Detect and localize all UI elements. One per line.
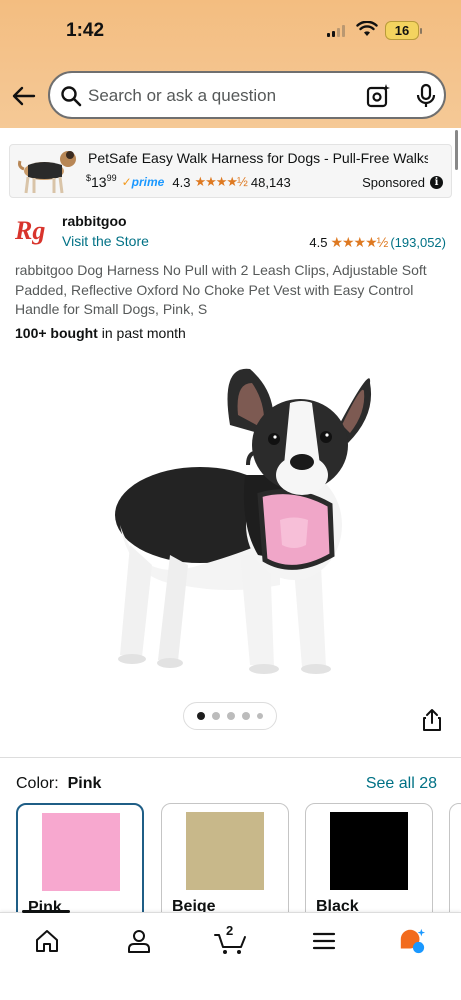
app-header: 1:42 16 (0, 0, 461, 128)
color-swatch-more[interactable] (449, 803, 461, 923)
carousel-dot[interactable] (257, 713, 263, 719)
carousel-dot[interactable] (197, 712, 205, 720)
home-icon[interactable] (33, 927, 61, 955)
wifi-icon (356, 21, 378, 36)
rating-count[interactable]: (193,052) (390, 235, 446, 250)
color-swatch-beige[interactable]: Beige (161, 803, 289, 923)
active-tab-indicator (22, 910, 70, 913)
prime-badge: ✓prime (121, 175, 165, 189)
sponsored-review-count: 48,143 (250, 174, 291, 190)
search-input[interactable] (88, 85, 358, 107)
camera-lens-icon[interactable] (366, 83, 392, 109)
sponsored-stars: ★★★★½ (194, 174, 247, 189)
info-icon[interactable]: i (430, 176, 443, 189)
product-rating[interactable]: 4.5 ★★★★½ (193,052) (309, 234, 446, 251)
image-carousel-indicator[interactable] (183, 702, 277, 730)
carousel-dot[interactable] (227, 712, 235, 720)
bought-count: 100+ bought in past month (15, 325, 186, 341)
product-title: rabbitgoo Dog Harness No Pull with 2 Lea… (15, 262, 427, 317)
search-bar[interactable] (48, 71, 446, 119)
visit-store-link[interactable]: Visit the Store (62, 233, 149, 249)
section-divider (0, 757, 461, 758)
cart-button[interactable]: 2 (214, 923, 248, 955)
sponsored-banner[interactable]: PetSafe Easy Walk Harness for Dogs - Pul… (9, 144, 452, 198)
rufus-icon[interactable] (398, 927, 426, 955)
account-icon[interactable] (125, 927, 153, 955)
rating-value: 4.5 (309, 235, 328, 250)
svg-text:Rg: Rg (14, 216, 45, 245)
cart-count: 2 (226, 923, 234, 938)
selected-color: Pink (67, 775, 102, 792)
color-chip (330, 812, 408, 890)
price-whole: 13 (91, 174, 107, 190)
back-arrow-icon[interactable] (10, 82, 38, 110)
price-symbol: $ (86, 173, 92, 183)
color-swatch-black[interactable]: Black (305, 803, 433, 923)
prime-label: prime (131, 175, 165, 189)
microphone-icon[interactable] (414, 83, 438, 109)
sponsored-rating: 4.3 (172, 174, 191, 190)
sponsored-product-image (18, 151, 76, 194)
scroll-indicator (455, 130, 458, 170)
brand-logo[interactable]: Rg (14, 213, 54, 247)
color-selector-label: Color: Pink (16, 775, 101, 793)
menu-icon[interactable] (310, 927, 338, 955)
carousel-dot[interactable] (242, 712, 250, 720)
bought-bold: 100+ bought (15, 325, 98, 341)
brand-name: rabbitgoo (62, 213, 127, 229)
bought-rest: in past month (97, 325, 186, 341)
see-all-colors-link[interactable]: See all 28 (366, 775, 437, 793)
sponsored-title[interactable]: PetSafe Easy Walk Harness for Dogs - Pul… (88, 150, 428, 166)
color-swatch-pink[interactable]: Pink (16, 803, 144, 923)
share-icon[interactable] (421, 708, 443, 732)
color-label: Color: (16, 775, 59, 792)
sponsored-meta: $ 13 99 ✓prime 4.3 ★★★★½ 48,143 (86, 173, 291, 190)
rating-stars: ★★★★½ (330, 234, 388, 250)
color-chip (186, 812, 264, 890)
carousel-dot[interactable] (212, 712, 220, 720)
sponsored-label: Sponsored (362, 175, 425, 190)
price-cents: 99 (106, 173, 117, 183)
cellular-signal-icon (327, 25, 345, 37)
product-image[interactable] (80, 355, 390, 685)
color-chip (42, 813, 120, 891)
bottom-navigation: 2 (0, 910, 461, 1000)
battery-indicator: 16 (385, 21, 422, 40)
status-time: 1:42 (66, 20, 105, 41)
status-bar: 1:42 16 (0, 0, 461, 62)
search-icon (61, 86, 82, 107)
